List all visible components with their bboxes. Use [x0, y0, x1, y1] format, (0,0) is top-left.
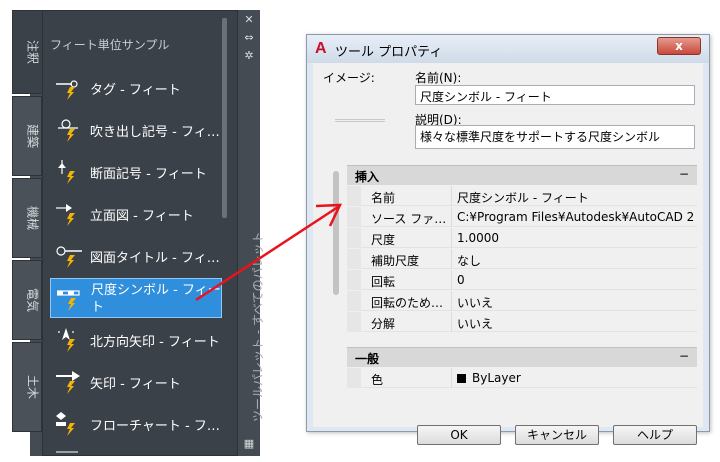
close-button[interactable]: x — [657, 37, 701, 55]
tool-item-tag[interactable]: タグ - フィート — [50, 68, 222, 108]
category-insert[interactable]: 挿入 − — [347, 165, 697, 185]
property-row-scale[interactable]: 尺度 1.0000 — [347, 228, 697, 248]
arrow-icon — [56, 371, 80, 394]
tool-item-section-mark[interactable]: 断面記号 - フィート — [50, 152, 222, 192]
callout-icon — [58, 119, 78, 142]
palette-header: フィート単位サンプル — [50, 38, 170, 52]
property-row-name[interactable]: 名前 尺度シンボル - フィート — [347, 186, 697, 206]
close-icon[interactable]: ✕ — [243, 14, 255, 26]
property-row-source-file[interactable]: ソース ファ… C:¥Program Files¥Autodesk¥AutoCAD… — [347, 207, 697, 227]
tool-item-elevation[interactable]: 立面図 - フィート — [50, 194, 222, 234]
tool-item-callout[interactable]: 吹き出し記号 - フィ… — [50, 110, 222, 150]
scale-symbol-icon — [57, 290, 80, 311]
tag-icon — [56, 80, 78, 100]
tool-item-partial — [50, 446, 222, 456]
collapse-icon[interactable]: − — [679, 349, 689, 363]
property-row-prompt-rotation[interactable]: 回転のため… いいえ — [347, 291, 697, 311]
tab-civil[interactable]: 土木 — [12, 342, 42, 432]
tab-mechanical[interactable]: 機械 — [12, 178, 42, 258]
category-general[interactable]: 一般 − — [347, 347, 697, 367]
dialog-body: イメージ: 名前(N): 尺度シンボル - フィート 説明(D): 様々な標準尺… — [313, 63, 703, 445]
property-row-auxiliary-scale[interactable]: 補助尺度 なし — [347, 249, 697, 269]
flowchart-icon — [56, 412, 75, 436]
ok-button[interactable]: OK — [417, 425, 501, 445]
color-swatch — [457, 374, 466, 383]
property-row-explode[interactable]: 分解 いいえ — [347, 312, 697, 332]
property-grid: 挿入 − 名前 尺度シンボル - フィート ソース ファ… C:¥Program F… — [327, 163, 699, 413]
autohide-icon[interactable]: ⇔ — [243, 32, 255, 44]
tab-architecture[interactable]: 建築 — [12, 96, 42, 176]
help-button[interactable]: ヘルプ — [613, 425, 697, 445]
cancel-button[interactable]: キャンセル — [515, 425, 599, 445]
drawing-title-icon — [56, 246, 82, 268]
tool-properties-dialog: A ツール プロパティ x イメージ: 名前(N): 尺度シンボル - フィート… — [306, 34, 710, 445]
tab-annotation[interactable]: 注釈 — [12, 10, 42, 94]
description-field[interactable]: 様々な標準尺度をサポートする尺度シンボル — [415, 125, 695, 149]
property-row-rotation[interactable]: 回転 0 — [347, 270, 697, 290]
dialog-title: ツール プロパティ — [335, 45, 443, 60]
property-row-color[interactable]: 色 ByLayer — [347, 368, 697, 388]
properties-icon[interactable]: ✲ — [243, 50, 255, 62]
tool-palette: 注釈 建築 機械 電気 土木 フィート単位サンプル タグ - フィート 吹き出し… — [8, 10, 265, 456]
line-icon — [56, 451, 78, 453]
tool-item-drawing-title[interactable]: 図面タイトル - フィ… — [50, 236, 222, 276]
autocad-logo-icon: A — [315, 40, 327, 57]
tab-electrical[interactable]: 電気 — [12, 260, 42, 340]
tool-item-north-arrow[interactable]: 北方向矢印 - フィート — [50, 320, 222, 360]
palette-scrollbar[interactable] — [222, 18, 227, 218]
image-label: イメージ: — [323, 71, 375, 85]
tool-item-arrow[interactable]: 矢印 - フィート — [50, 362, 222, 402]
elevation-icon — [56, 204, 75, 226]
collapse-icon[interactable]: − — [679, 167, 689, 181]
dialog-titlebar[interactable]: A ツール プロパティ x — [307, 35, 709, 63]
palette-title-strip: ✕ ⇔ ✲ ツールパレット - すべてのパレット ▦ — [238, 10, 265, 456]
name-field[interactable]: 尺度シンボル - フィート — [415, 85, 695, 105]
north-arrow-icon — [58, 328, 75, 352]
tool-item-flowchart[interactable]: フローチャート - フ… — [50, 404, 222, 444]
palette-tabs: 注釈 建築 機械 電気 土木 — [8, 10, 44, 436]
name-label: 名前(N): — [415, 71, 462, 85]
tool-image-preview — [335, 119, 385, 122]
palette-menu-icon[interactable]: ▦ — [243, 438, 255, 450]
section-mark-icon — [58, 160, 75, 184]
property-grid-scrollbar[interactable] — [333, 171, 339, 295]
palette-vertical-title: ツールパレット - すべてのパレット — [251, 231, 265, 422]
tool-item-scale-symbol[interactable]: 尺度シンボル - フィート — [50, 278, 222, 318]
